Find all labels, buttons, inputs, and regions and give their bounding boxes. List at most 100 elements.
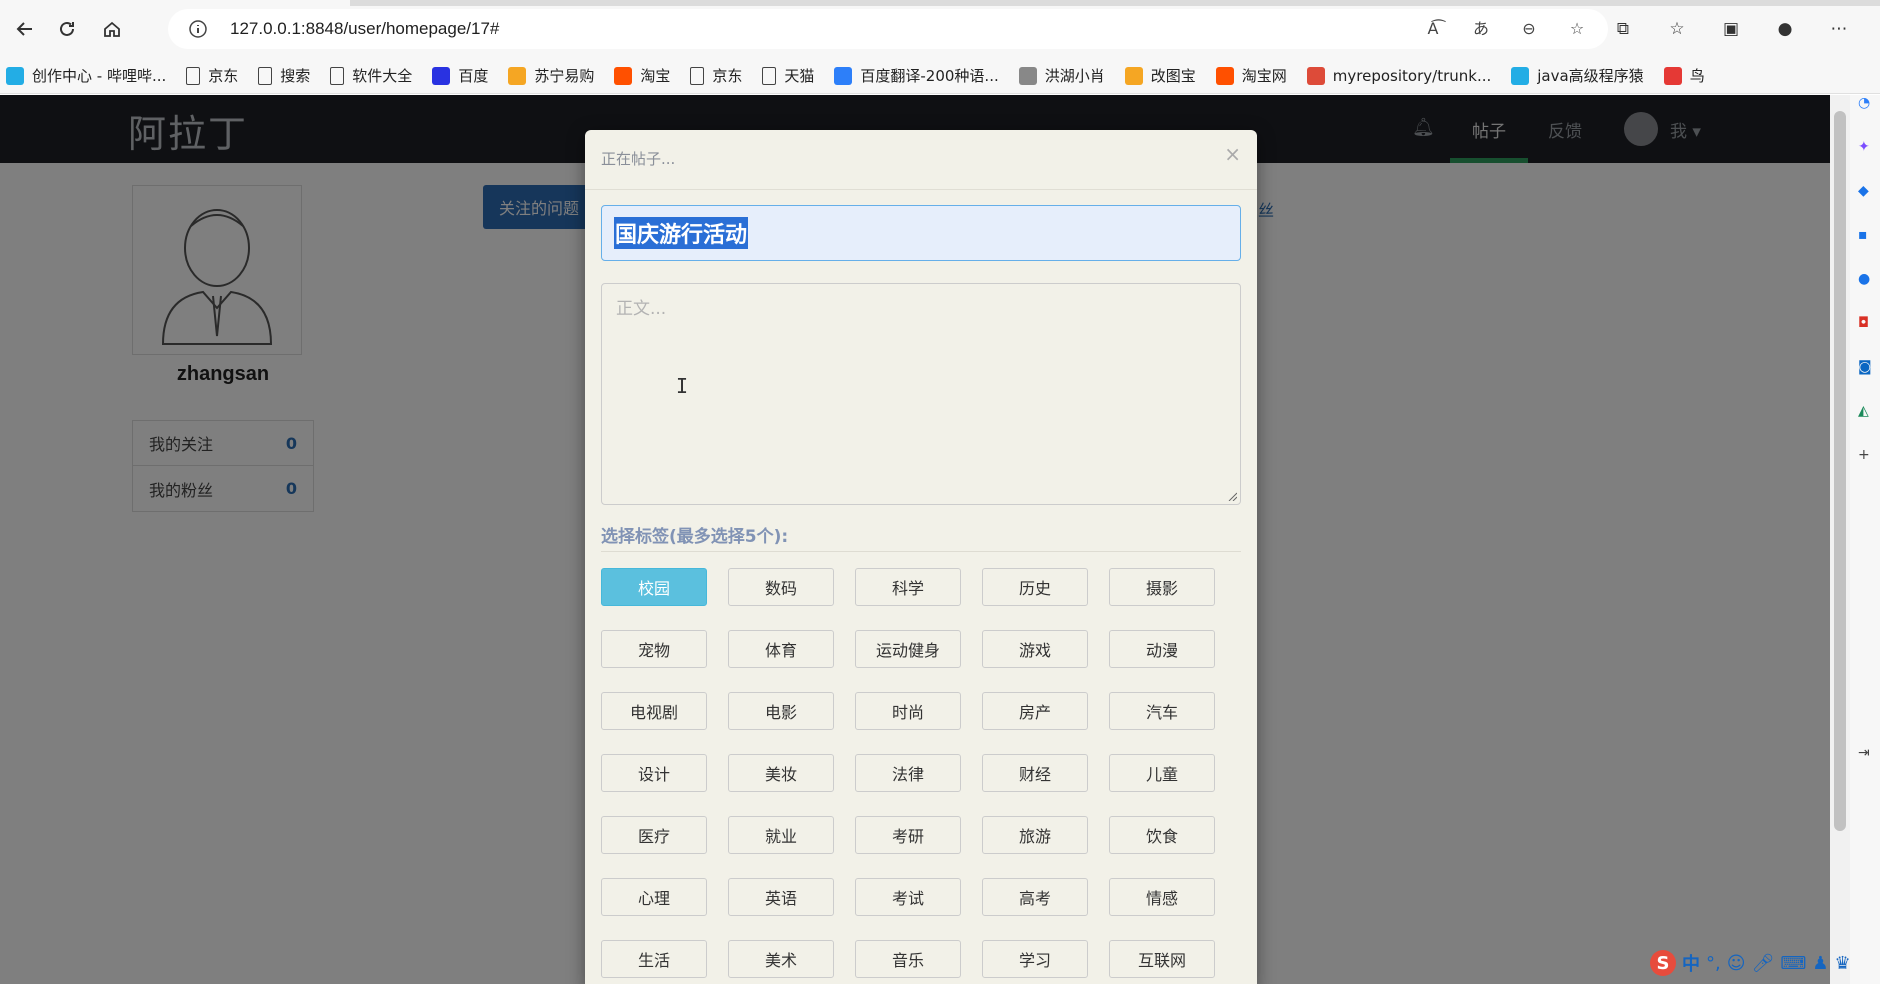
bookmark-item[interactable]: 淘宝网 xyxy=(1215,65,1287,86)
bookmark-item[interactable]: 百度 xyxy=(432,65,488,86)
bookmark-item[interactable]: 京东 xyxy=(186,65,238,86)
search-icon[interactable]: ◔ xyxy=(1858,95,1880,117)
bookmark-label: 鸟 xyxy=(1689,67,1705,85)
post-body-textarea[interactable]: 正文... I xyxy=(601,283,1241,505)
bookmark-item[interactable]: 天猫 xyxy=(762,65,814,86)
tag-divider xyxy=(601,551,1241,552)
tag-button[interactable]: 音乐 xyxy=(855,940,961,978)
punctuation-icon[interactable]: °, xyxy=(1706,953,1721,974)
extensions-icon[interactable]: ⧉ xyxy=(1610,16,1636,42)
emoji-icon[interactable]: ☺ xyxy=(1727,953,1746,974)
reload-button[interactable] xyxy=(52,14,82,44)
profile-avatar-icon[interactable]: ● xyxy=(1772,16,1798,42)
bookmark-item[interactable]: 百度翻译-200种语... xyxy=(834,65,999,86)
close-icon[interactable]: × xyxy=(1224,142,1241,166)
baidu-paw-icon xyxy=(432,66,451,85)
tag-button[interactable]: 时尚 xyxy=(855,692,961,730)
bookmark-item[interactable]: 京东 xyxy=(690,65,742,86)
people-icon[interactable]: ● xyxy=(1858,271,1880,293)
read-aloud-icon[interactable]: A͡ xyxy=(1422,18,1444,40)
tag-button[interactable]: 互联网 xyxy=(1109,940,1215,978)
bookmark-item[interactable]: myrepository/trunk... xyxy=(1306,66,1491,85)
translate-icon[interactable]: あ xyxy=(1470,18,1492,40)
tag-button[interactable]: 考研 xyxy=(855,816,961,854)
user-icon[interactable]: ♟ xyxy=(1812,953,1828,974)
page-scrollbar[interactable] xyxy=(1830,95,1850,984)
tag-button[interactable]: 体育 xyxy=(728,630,834,668)
sogou-logo-icon[interactable]: S xyxy=(1650,950,1676,976)
bookmark-item[interactable]: 苏宁易购 xyxy=(508,65,594,86)
bookmark-item[interactable]: java高级程序猿 xyxy=(1511,65,1644,86)
taobao-icon xyxy=(614,66,633,85)
ime-lang[interactable]: 中 xyxy=(1682,950,1700,976)
tag-button[interactable]: 考试 xyxy=(855,878,961,916)
tag-button[interactable]: 就业 xyxy=(728,816,834,854)
tag-button[interactable]: 数码 xyxy=(728,568,834,606)
info-icon[interactable] xyxy=(188,19,208,39)
bookmark-item[interactable]: 洪湖小肖 xyxy=(1018,65,1105,86)
favorites-icon[interactable]: ☆ xyxy=(1664,16,1690,42)
shopping-icon[interactable]: ◆ xyxy=(1858,183,1880,205)
tag-button[interactable]: 儿童 xyxy=(1109,754,1215,792)
tag-button[interactable]: 校园 xyxy=(601,568,707,606)
scrollbar-thumb[interactable] xyxy=(1834,111,1846,831)
bookmark-item[interactable]: 淘宝 xyxy=(614,65,670,86)
outlook-icon[interactable]: ◙ xyxy=(1858,359,1880,381)
tag-button[interactable]: 高考 xyxy=(982,878,1088,916)
tag-button[interactable]: 美妆 xyxy=(728,754,834,792)
drop-icon[interactable]: ◭ xyxy=(1858,403,1880,425)
tag-button[interactable]: 电影 xyxy=(728,692,834,730)
bookmark-item[interactable]: 鸟 xyxy=(1663,65,1705,86)
microphone-icon[interactable]: 🎤︎ xyxy=(1752,953,1775,974)
tag-button[interactable]: 电视剧 xyxy=(601,692,707,730)
tag-button[interactable]: 心理 xyxy=(601,878,707,916)
tag-button[interactable]: 宠物 xyxy=(601,630,707,668)
tag-button[interactable]: 旅游 xyxy=(982,816,1088,854)
home-button[interactable] xyxy=(97,14,127,44)
post-title-input[interactable]: 国庆游行活动 xyxy=(601,205,1241,261)
tag-button[interactable]: 摄影 xyxy=(1109,568,1215,606)
address-bar[interactable]: 127.0.0.1:8848/user/homepage/17# A͡ あ ⊖ … xyxy=(168,9,1608,49)
tag-button[interactable]: 情感 xyxy=(1109,878,1215,916)
edge-sidebar: ◔ ✦ ◆ ▪ ● ◘ ◙ ◭ + ⇥ xyxy=(1850,95,1880,984)
back-button[interactable] xyxy=(10,14,40,44)
zoom-out-icon[interactable]: ⊖ xyxy=(1518,18,1540,40)
tag-button[interactable]: 财经 xyxy=(982,754,1088,792)
bookmark-label: 百度翻译-200种语... xyxy=(860,67,999,85)
url-text[interactable]: 127.0.0.1:8848/user/homepage/17# xyxy=(230,19,499,39)
page-icon xyxy=(330,66,345,85)
tag-button[interactable]: 饮食 xyxy=(1109,816,1215,854)
tag-button[interactable]: 学习 xyxy=(982,940,1088,978)
bookmark-item[interactable]: 搜索 xyxy=(258,65,310,86)
bookmark-item[interactable]: 创作中心 - 哔哩哔... xyxy=(6,65,166,86)
collections-icon[interactable]: ▣ xyxy=(1718,16,1744,42)
tag-button[interactable]: 科学 xyxy=(855,568,961,606)
tag-button[interactable]: 游戏 xyxy=(982,630,1088,668)
tools-icon[interactable]: ▪ xyxy=(1858,227,1880,249)
tag-button[interactable]: 运动健身 xyxy=(855,630,961,668)
tag-button[interactable]: 汽车 xyxy=(1109,692,1215,730)
gaitubao-icon xyxy=(1124,66,1143,85)
tag-button[interactable]: 医疗 xyxy=(601,816,707,854)
sidebar-collapse-icon[interactable]: ⇥ xyxy=(1858,745,1880,767)
add-icon[interactable]: + xyxy=(1858,447,1880,469)
modal-title: 正在帖子... xyxy=(601,150,676,168)
skin-icon[interactable]: ♛ xyxy=(1834,953,1850,974)
tag-button[interactable]: 英语 xyxy=(728,878,834,916)
tag-button[interactable]: 动漫 xyxy=(1109,630,1215,668)
copilot-icon[interactable]: ✦ xyxy=(1858,139,1880,161)
tag-button[interactable]: 法律 xyxy=(855,754,961,792)
office-icon[interactable]: ◘ xyxy=(1858,315,1880,337)
tag-button[interactable]: 美术 xyxy=(728,940,834,978)
resize-handle-icon[interactable] xyxy=(1227,491,1237,501)
favorite-add-icon[interactable]: ☆ xyxy=(1566,18,1588,40)
tag-button[interactable]: 历史 xyxy=(982,568,1088,606)
bookmark-item[interactable]: 软件大全 xyxy=(330,65,412,86)
bookmark-item[interactable]: 改图宝 xyxy=(1124,65,1196,86)
tag-button[interactable]: 设计 xyxy=(601,754,707,792)
tag-button[interactable]: 生活 xyxy=(601,940,707,978)
tag-button[interactable]: 房产 xyxy=(982,692,1088,730)
bookmark-label: 创作中心 - 哔哩哔... xyxy=(32,67,167,85)
keyboard-icon[interactable]: ⌨ xyxy=(1780,953,1806,974)
more-menu-icon[interactable]: ⋯ xyxy=(1826,16,1852,42)
